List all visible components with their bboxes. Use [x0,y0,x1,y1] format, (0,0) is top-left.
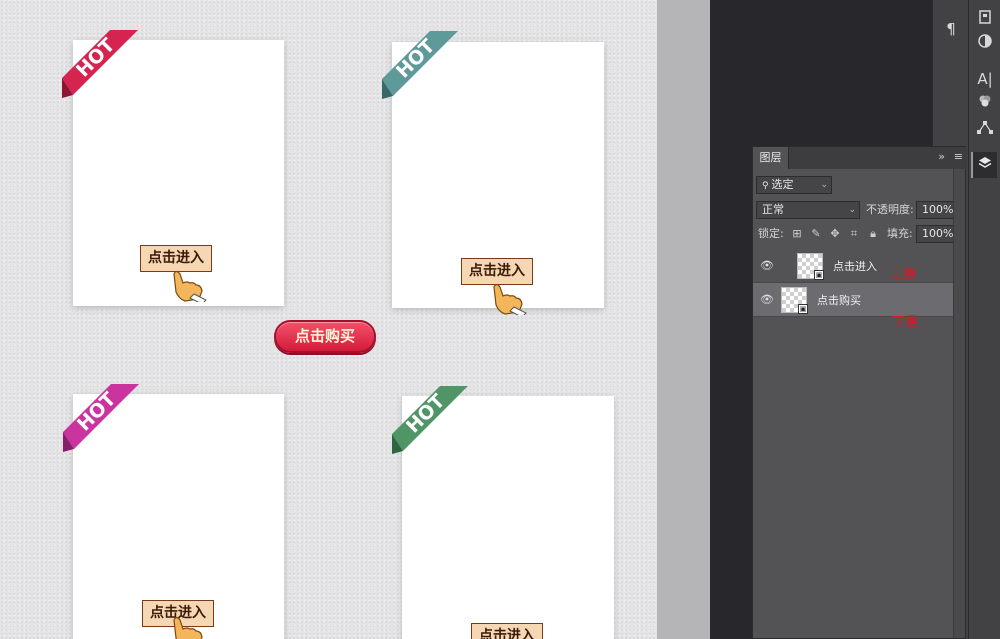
paths-icon[interactable] [972,116,998,142]
panel-scrollbar[interactable] [953,169,965,638]
filter-kind-select[interactable]: ⚲ 选定 ⌄ [756,176,832,194]
panel-icon-column: A| [968,0,1000,639]
lock-all-icon[interactable]: 🔒︎ [866,227,880,241]
layer-name[interactable]: 点击购买 [817,292,861,308]
visibility-eye-icon[interactable]: 👁︎ [760,259,774,273]
pasteboard [657,0,710,639]
hot-ribbon: HOT [62,30,172,140]
panel-menu-icon[interactable]: ≡ [954,150,963,163]
lock-transparent-icon[interactable]: ⊞ [790,227,804,241]
panel-header: 图层 » ≡ [753,147,967,169]
layer-thumbnail: ▣ [797,253,824,280]
hot-ribbon: HOT [392,386,502,496]
layer-thumbnail: ▣ [781,287,808,314]
styles-icon[interactable] [972,90,998,116]
lock-label: 锁定: [758,227,784,240]
layers-panel: 图层 » ≡ ⚲ 选定⌄ 正常⌄ 不透明度: 100%⌄ 锁定: ⊞ ✎ ✥ ⌗… [752,146,967,639]
layers-icon[interactable] [971,152,997,178]
character-icon[interactable]: A| [972,66,998,92]
opacity-label: 不透明度: [866,203,914,216]
collapse-panel-icon[interactable]: » [938,150,945,163]
visibility-eye-icon[interactable]: 👁︎ [760,293,774,307]
tab-layers[interactable]: 图层 [753,147,789,169]
lock-artboard-icon[interactable]: ⌗ [847,227,861,241]
lock-pixels-icon[interactable]: ✎ [809,227,823,241]
adjustments-icon[interactable] [972,30,998,56]
layer-row[interactable]: 👁︎ ▣ 点击进入 上层 [753,249,955,283]
document-canvas[interactable]: HOT 点击进入 HOT 点击进入 HOT 点击进入 HOT 点击进入 点击购买 [0,0,657,639]
pointing-hand-icon [173,270,207,302]
hot-ribbon: HOT [382,31,492,141]
paragraph-icon[interactable]: ¶ [938,16,964,42]
enter-button[interactable]: 点击进入 [471,623,543,639]
pointing-hand-icon [173,616,203,639]
smart-object-icon: ▣ [814,270,824,280]
hot-ribbon: HOT [63,384,173,494]
smart-object-icon: ▣ [798,304,808,314]
lock-position-icon[interactable]: ✥ [828,227,842,241]
layer-row[interactable]: 👁︎ ▣ 点击购买 [753,283,955,317]
library-icon[interactable] [972,6,998,32]
layer-annotation: 上层 [890,267,917,282]
blend-mode-select[interactable]: 正常 ⌄ [756,201,860,219]
layer-name[interactable]: 点击进入 [833,258,877,274]
fill-label: 填充: [887,227,913,240]
buy-button[interactable]: 点击购买 [274,320,376,353]
pointing-hand-icon [493,283,527,315]
layer-annotation: 下层 [892,315,919,330]
